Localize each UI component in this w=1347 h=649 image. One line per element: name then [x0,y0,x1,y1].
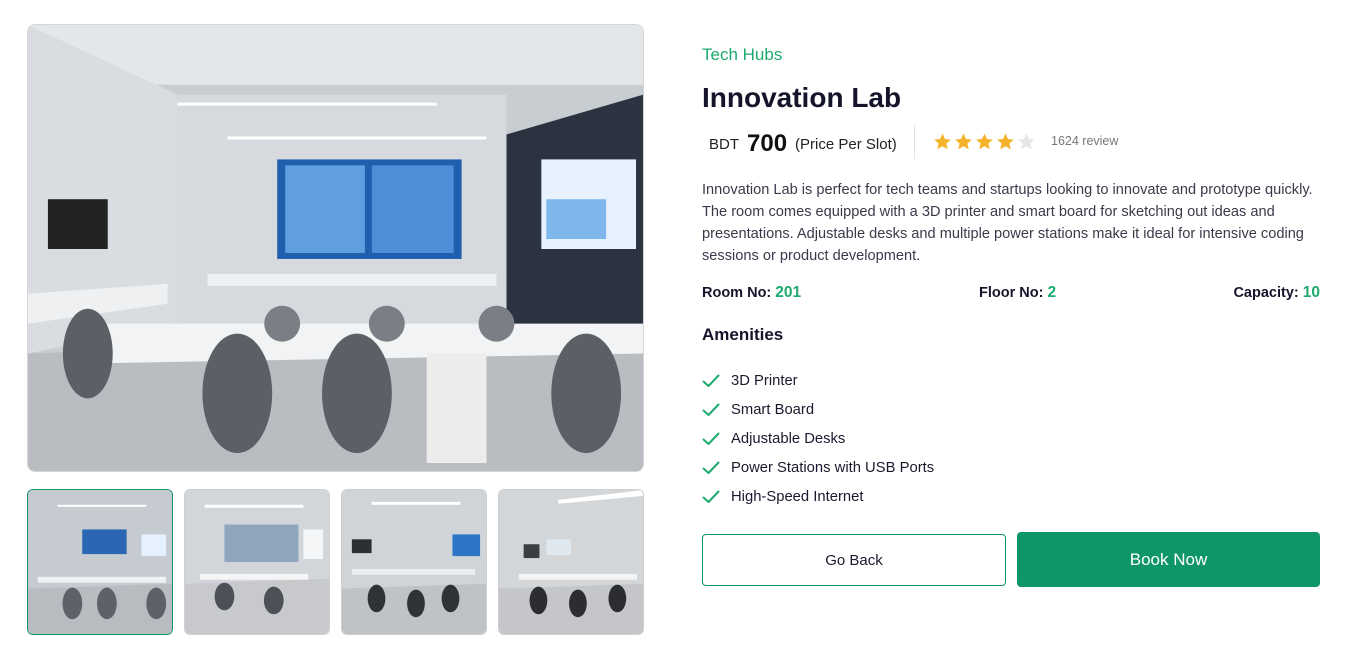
star-filled-icon [934,133,951,150]
star-empty-icon [1018,133,1035,150]
amenity-label: 3D Printer [731,372,798,389]
thumbnail-3[interactable] [341,489,487,635]
check-icon [702,403,720,416]
thumbnail-1[interactable] [27,489,173,635]
amenity-label: Adjustable Desks [731,430,846,447]
floor-number: Floor No: 2 [979,284,1056,302]
amenity-item: 3D Printer [702,366,934,395]
review-count: 1624 review [1051,134,1119,148]
check-icon [702,374,720,387]
star-filled-icon [976,133,993,150]
capacity-value: 10 [1302,284,1320,301]
amenity-item: High-Speed Internet [702,482,934,511]
room-number: Room No: 201 [702,284,801,302]
rating-stars [933,132,1036,151]
amenities-title: Amenities [702,325,784,344]
amenity-item: Adjustable Desks [702,424,934,453]
capacity-label: Capacity: [1233,285,1299,301]
floor-number-label: Floor No: [979,285,1044,301]
go-back-button[interactable]: Go Back [702,534,1006,586]
room-number-value: 201 [775,284,802,301]
capacity: Capacity: 10 [1233,284,1320,302]
room-category: Tech Hubs [702,45,783,64]
price-amount: 700 [747,130,788,157]
thumbnail-2[interactable] [184,489,330,635]
floor-number-value: 2 [1047,284,1057,301]
amenity-label: Smart Board [731,401,815,418]
price-currency: BDT [709,135,739,153]
check-icon [702,490,720,503]
amenity-item: Power Stations with USB Ports [702,453,934,482]
check-icon [702,432,720,445]
thumbnail-4[interactable] [498,489,644,635]
price-unit: (Price Per Slot) [795,135,897,153]
thumbnail-gallery [27,489,644,635]
star-filled-icon [955,133,972,150]
amenity-label: Power Stations with USB Ports [731,459,935,476]
star-filled-icon [997,133,1014,150]
room-description: Innovation Lab is perfect for tech teams… [702,182,1313,264]
room-title: Innovation Lab [702,82,902,113]
main-room-photo [27,24,644,472]
price-block: BDT 700 (Price Per Slot) [709,126,897,162]
room-number-label: Room No: [702,285,772,301]
check-icon [702,461,720,474]
price-rating-divider [914,125,915,159]
amenity-item: Smart Board [702,395,934,424]
book-now-button[interactable]: Book Now [1017,532,1320,587]
amenities-list: 3D Printer Smart Board Adjustable Desks … [702,366,934,511]
amenity-label: High-Speed Internet [731,488,864,505]
